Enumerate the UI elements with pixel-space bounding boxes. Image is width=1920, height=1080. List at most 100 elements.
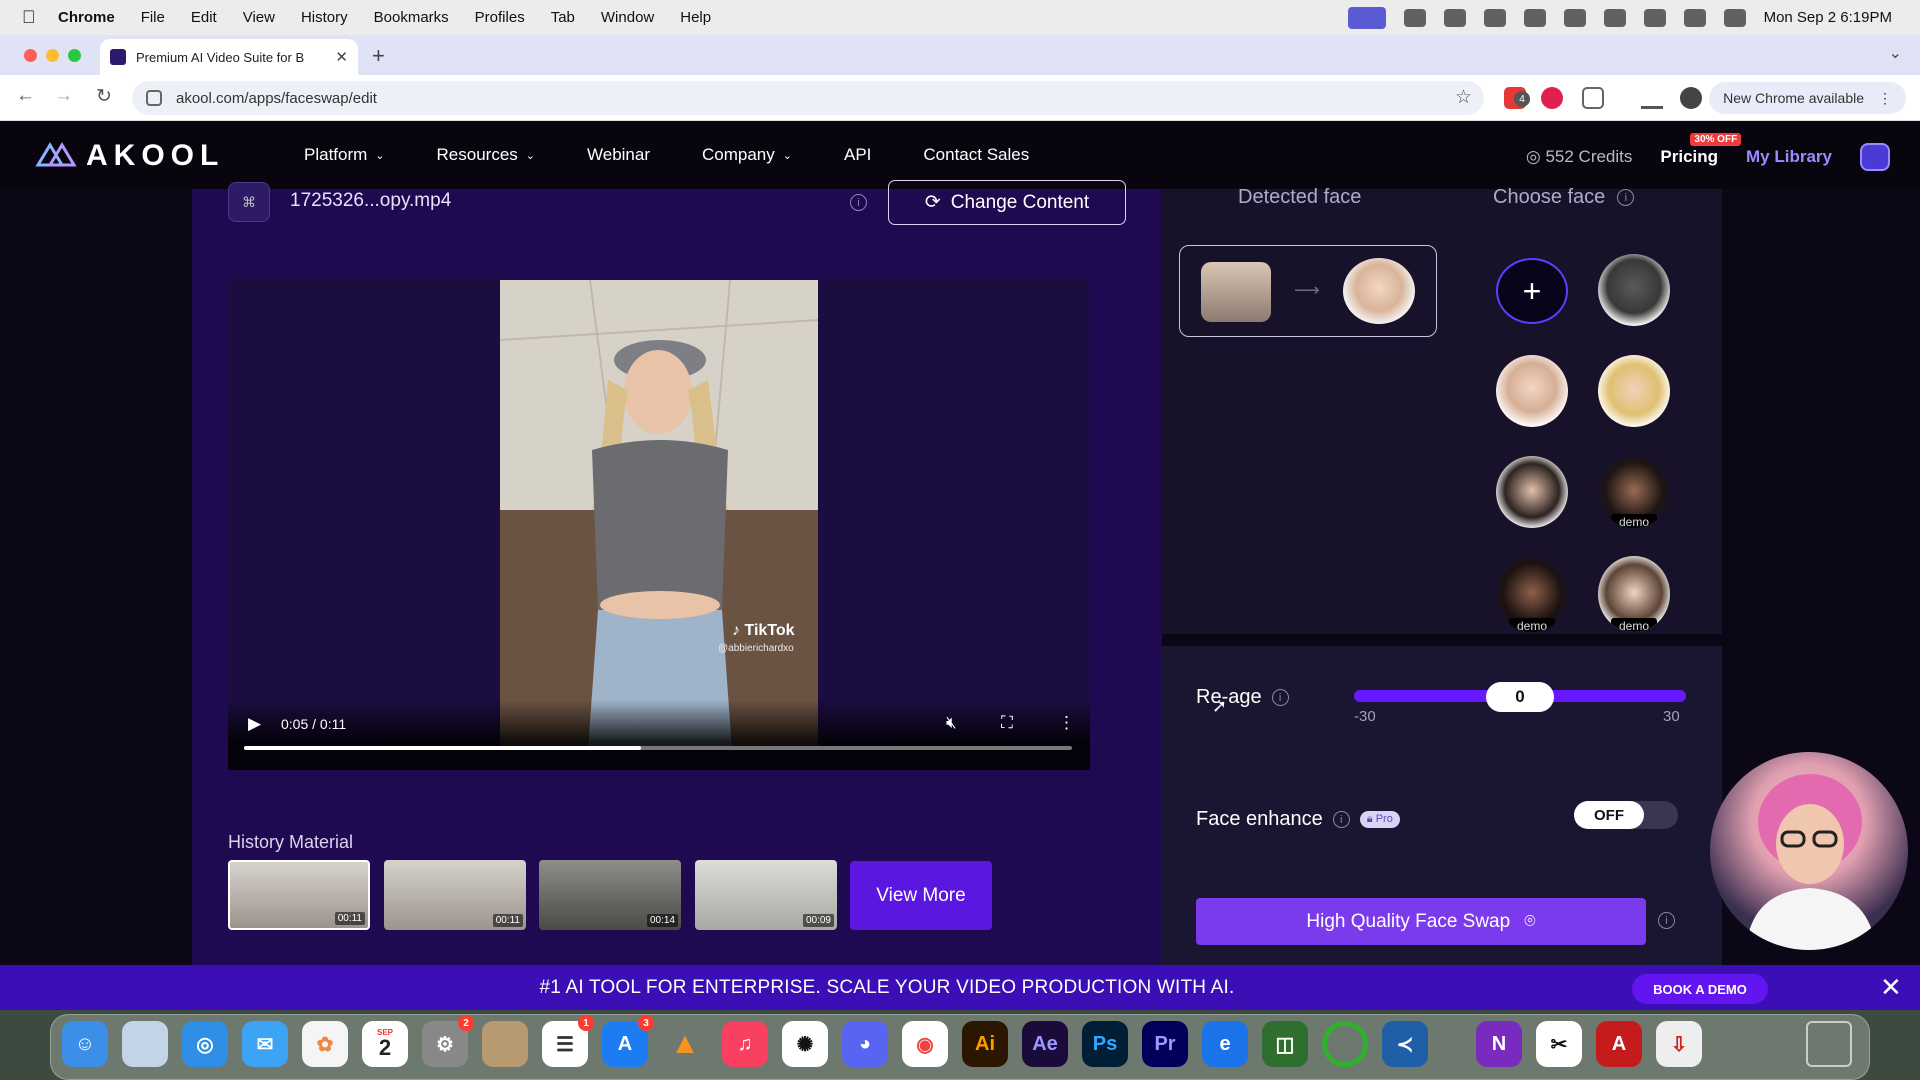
extensions-puzzle-icon[interactable]	[1582, 87, 1604, 109]
info-icon[interactable]: i	[1271, 689, 1289, 706]
back-icon[interactable]: ←	[16, 85, 35, 107]
profile-icon[interactable]	[1680, 87, 1702, 109]
history-item[interactable]: 00:11	[384, 860, 526, 930]
menu-window[interactable]: Window	[601, 9, 654, 26]
trash-icon[interactable]	[1806, 1021, 1852, 1067]
face-option-demo[interactable]: demo	[1598, 556, 1670, 632]
bookmark-star-icon[interactable]: ☆	[1455, 86, 1472, 109]
menu-tab[interactable]: Tab	[551, 9, 575, 26]
wifi-icon[interactable]	[1643, 8, 1666, 27]
capcut-icon[interactable]	[1443, 8, 1466, 27]
music-icon[interactable]: ♫	[722, 1021, 768, 1067]
chatgpt-icon[interactable]	[1403, 8, 1426, 27]
downloads-stack-icon[interactable]: ⇩	[1656, 1021, 1702, 1067]
reminders-icon[interactable]: ☰ 1	[542, 1015, 594, 1067]
site-settings-icon[interactable]	[146, 90, 162, 106]
clock[interactable]: Mon Sep 2 6:19PM	[1764, 9, 1892, 26]
zoom-window-button[interactable]	[68, 49, 81, 62]
photos-icon[interactable]: ✿	[302, 1021, 348, 1067]
book-demo-button[interactable]: BOOK A DEMO	[1632, 974, 1768, 1004]
user-avatar-icon[interactable]	[1860, 143, 1890, 171]
nav-contact-sales[interactable]: Contact Sales	[923, 145, 1029, 165]
history-item[interactable]: 00:11	[228, 860, 370, 930]
menu-edit[interactable]: Edit	[191, 9, 217, 26]
mail-icon[interactable]: ✉	[242, 1021, 288, 1067]
vscode-icon[interactable]: ≺	[1382, 1021, 1428, 1067]
nav-api[interactable]: API	[844, 145, 871, 165]
edge-icon[interactable]: e	[1202, 1021, 1248, 1067]
acrobat-icon[interactable]: A	[1596, 1021, 1642, 1067]
video-more-icon[interactable]: ⋮	[1058, 713, 1075, 733]
launchpad-icon[interactable]	[122, 1021, 168, 1067]
nav-webinar[interactable]: Webinar	[587, 145, 650, 165]
face-option[interactable]	[1496, 355, 1568, 427]
close-tab-icon[interactable]: ✕	[335, 48, 348, 66]
face-option[interactable]	[1598, 355, 1670, 427]
my-library-link[interactable]: My Library	[1746, 147, 1832, 167]
menu-profiles[interactable]: Profiles	[475, 9, 525, 26]
close-window-button[interactable]	[24, 49, 37, 62]
credits-display[interactable]: ◎ 552 Credits	[1526, 147, 1633, 167]
akool-logo[interactable]: AKOOL	[34, 139, 224, 173]
contacts-icon[interactable]	[482, 1021, 528, 1067]
photoshop-icon[interactable]: Ps	[1082, 1021, 1128, 1067]
premiere-icon[interactable]: Pr	[1142, 1021, 1188, 1067]
info-icon[interactable]: i	[1658, 912, 1675, 929]
menu-chrome[interactable]: Chrome	[58, 9, 115, 26]
detected-face-thumbnail[interactable]	[1201, 262, 1271, 322]
system-settings-icon[interactable]: ⚙ 2	[422, 1015, 474, 1067]
chatgpt-app-icon[interactable]: ✺	[782, 1021, 828, 1067]
menu-bookmarks[interactable]: Bookmarks	[374, 9, 449, 26]
control-center-icon[interactable]	[1723, 8, 1746, 27]
nav-company[interactable]: Company ⌄	[702, 145, 792, 165]
close-banner-icon[interactable]: ✕	[1880, 972, 1902, 1003]
discord-icon[interactable]: ◕	[842, 1021, 888, 1067]
add-face-button[interactable]: +	[1496, 258, 1568, 324]
finder-icon[interactable]: ☺	[62, 1021, 108, 1067]
mute-icon[interactable]: 🔇︎	[946, 713, 957, 733]
history-item[interactable]: 00:14	[539, 860, 681, 930]
new-tab-icon[interactable]: +	[372, 43, 385, 69]
face-option-demo[interactable]: demo	[1598, 456, 1670, 528]
face-option[interactable]	[1496, 456, 1568, 528]
menu-help[interactable]: Help	[680, 9, 711, 26]
menu-view[interactable]: View	[243, 9, 275, 26]
nav-platform[interactable]: Platform ⌄	[304, 145, 385, 165]
menu-file[interactable]: File	[141, 9, 165, 26]
capcut-editor-icon[interactable]: ✂	[1536, 1021, 1582, 1067]
play-icon[interactable]: ▶	[248, 714, 261, 734]
info-icon[interactable]: i	[1617, 189, 1635, 206]
after-effects-icon[interactable]: Ae	[1022, 1021, 1068, 1067]
apple-icon[interactable]: 	[22, 7, 44, 28]
heart-extension-icon[interactable]	[1541, 87, 1563, 109]
info-icon[interactable]: i	[850, 194, 867, 211]
reage-slider-handle[interactable]: 0	[1486, 682, 1554, 712]
vlc-icon[interactable]: ▲	[662, 1021, 708, 1067]
browser-tab[interactable]: Premium AI Video Suite for B ✕	[100, 39, 358, 75]
high-quality-face-swap-button[interactable]: High Quality Face Swap ⌾	[1196, 898, 1646, 945]
safari-icon[interactable]: ◎	[182, 1021, 228, 1067]
battery-icon[interactable]	[1603, 8, 1626, 27]
pricing-link[interactable]: 30% OFF Pricing	[1660, 133, 1742, 167]
onenote-icon[interactable]: N	[1476, 1021, 1522, 1067]
more-menu-icon[interactable]: ⋮	[1878, 90, 1892, 107]
history-item[interactable]: 00:09	[695, 860, 837, 930]
face-option[interactable]	[1598, 254, 1670, 326]
menu-history[interactable]: History	[301, 9, 348, 26]
loading-app-icon[interactable]	[1322, 1021, 1368, 1067]
download-icon[interactable]	[1641, 87, 1663, 109]
chrome-icon[interactable]: ◉	[902, 1021, 948, 1067]
app-store-icon[interactable]: A3	[602, 1015, 654, 1067]
face-option-demo[interactable]: demo	[1496, 556, 1568, 632]
search-icon[interactable]	[1683, 8, 1706, 27]
screen-share-icon[interactable]	[1347, 6, 1386, 29]
illustrator-icon[interactable]: Ai	[962, 1021, 1008, 1067]
calendar-icon[interactable]: SEP 2	[362, 1021, 408, 1067]
minimize-window-button[interactable]	[46, 49, 59, 62]
fullscreen-icon[interactable]: ⛶	[1001, 713, 1013, 733]
capcut-app-icon[interactable]: ◫	[1262, 1021, 1308, 1067]
change-content-button[interactable]: ⟳ Change Content	[888, 180, 1126, 225]
nav-resources[interactable]: Resources ⌄	[437, 145, 535, 165]
cloud-icon[interactable]	[1483, 8, 1506, 27]
face-enhance-toggle[interactable]: OFF	[1574, 801, 1678, 829]
